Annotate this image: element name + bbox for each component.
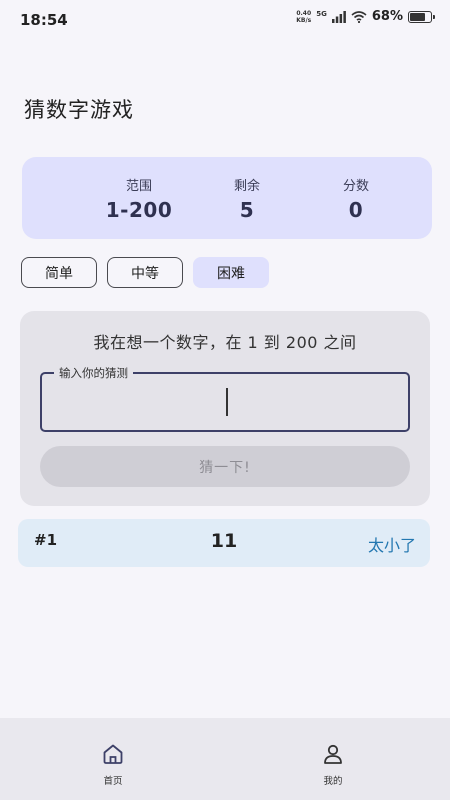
5g-label: 5G [316,9,327,18]
home-icon [103,744,123,764]
history-row: #1 11 太小了 [18,519,430,567]
difficulty-easy-button[interactable]: 简单 [21,257,97,288]
stat-range-value: 1-200 [105,198,173,222]
status-time: 18:54 [20,11,68,29]
status-icons: 0.40 KB/s 5G 68% [296,9,435,24]
page-title: 猜数字游戏 [24,98,134,122]
nav-home[interactable]: 首页 [78,742,148,787]
difficulty-medium-button[interactable]: 中等 [107,257,183,288]
stat-score-value: 0 [348,198,364,222]
battery-icon [408,10,435,23]
user-icon [324,744,342,764]
bottom-nav: 首页 我的 [0,718,450,800]
signal-icon [331,10,346,23]
history-result: 太小了 [367,536,416,555]
battery-percent: 68% [371,9,403,24]
wifi-icon [351,10,367,23]
stat-remaining: 剩余 5 [187,175,307,222]
stat-range-label: 范围 [125,179,152,194]
difficulty-hard-button[interactable]: 困难 [193,257,269,288]
game-prompt: 我在想一个数字，在 1 到 200 之间 [93,333,357,352]
stat-score-label: 分数 [342,179,369,194]
stat-remaining-value: 5 [239,198,255,222]
text-cursor [226,388,228,416]
stat-remaining-label: 剩余 [233,179,260,194]
nav-mine-label: 我的 [323,776,343,787]
status-bar: 18:54 0.40 KB/s 5G 68% [0,0,450,40]
nav-mine[interactable]: 我的 [298,742,368,787]
stats-card: 范围 1-200 剩余 5 分数 0 [22,157,432,239]
guess-button[interactable]: 猜一下! [40,446,410,487]
nav-home-label: 首页 [103,776,123,787]
stat-score: 分数 0 [296,175,416,222]
network-speed: 0.40 KB/s [296,9,312,24]
stat-range: 范围 1-200 [79,175,199,222]
guess-input-label: 输入你的猜测 [54,365,133,381]
guess-input[interactable]: 输入你的猜测 [40,365,410,432]
game-card: 我在想一个数字，在 1 到 200 之间 输入你的猜测 猜一下! [20,311,430,506]
